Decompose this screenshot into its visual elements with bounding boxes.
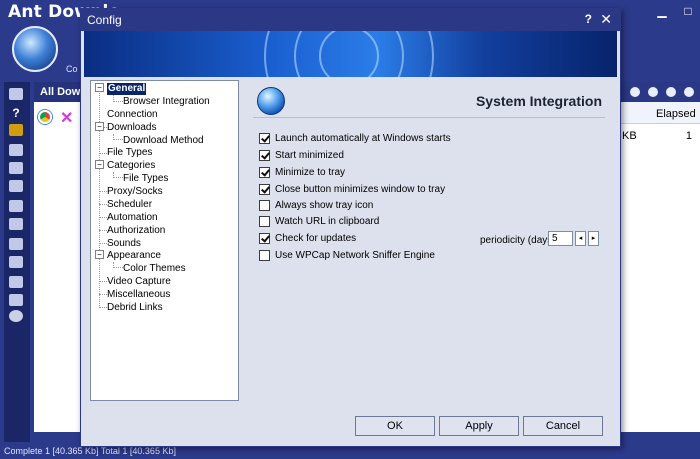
image-icon[interactable] <box>9 256 23 268</box>
tree-item-color-themes[interactable]: Color Themes <box>123 263 186 275</box>
left-toolbar: ? <box>4 82 30 442</box>
maximize-icon[interactable]: □ <box>678 4 698 18</box>
list-toolbar <box>620 82 700 102</box>
status-bar: Complete 1 [40.365 Kb] Total 1 [40.365 K… <box>4 446 176 456</box>
tab-all-downloads[interactable]: All Down <box>34 82 84 102</box>
document-icon[interactable] <box>9 200 23 212</box>
tree-item-general[interactable]: General <box>107 83 147 95</box>
checkbox-wpcap-sniffer[interactable] <box>259 249 270 261</box>
tree-item-download-method[interactable]: Download Method <box>123 135 204 147</box>
option-label: Check for updates <box>275 232 357 244</box>
checkbox-start-minimized[interactable] <box>259 149 270 161</box>
checkbox-launch-at-startup[interactable] <box>259 132 270 144</box>
cloud-download-icon[interactable] <box>648 87 658 97</box>
option-label: Minimize to tray <box>275 166 346 178</box>
chrome-icon <box>38 110 52 124</box>
tree-item-video-capture[interactable]: Video Capture <box>107 276 171 288</box>
option-watch-clipboard[interactable]: Watch URL in clipboard <box>259 214 379 228</box>
dialog-title: Config <box>87 13 122 27</box>
list-icon[interactable] <box>9 88 23 100</box>
app-logo-label: Co <box>66 64 78 74</box>
collapse-appearance-icon[interactable]: − <box>95 250 104 259</box>
tree-item-browser-integration[interactable]: Browser Integration <box>123 96 210 108</box>
ok-button[interactable]: OK <box>355 416 435 436</box>
option-label: Launch automatically at Windows starts <box>275 132 451 144</box>
option-label: Close button minimizes window to tray <box>275 183 446 195</box>
option-always-show-tray-icon[interactable]: Always show tray icon <box>259 198 373 212</box>
list-right-columns: Elapsed KB 1 <box>620 82 700 432</box>
tree-item-automation[interactable]: Automation <box>107 212 158 224</box>
delete-icon[interactable] <box>684 87 694 97</box>
spin-left-icon[interactable]: ◂ <box>575 231 586 246</box>
tree-item-miscellaneous[interactable]: Miscellaneous <box>107 289 170 301</box>
tree-item-debrid-links[interactable]: Debrid Links <box>107 302 163 314</box>
option-label: Use WPCap Network Sniffer Engine <box>275 249 435 261</box>
option-label: Always show tray icon <box>275 199 374 211</box>
option-wpcap-sniffer[interactable]: Use WPCap Network Sniffer Engine <box>259 248 435 262</box>
globe-icon <box>257 87 285 115</box>
tree-item-authorization[interactable]: Authorization <box>107 225 165 237</box>
checkbox-always-show-tray-icon[interactable] <box>259 199 270 211</box>
column-header-elapsed[interactable]: Elapsed <box>656 108 696 120</box>
search-icon[interactable] <box>630 87 640 97</box>
close-button[interactable]: ✕ <box>600 11 612 28</box>
periodicity-label: periodicity (days) <box>480 235 556 246</box>
app-logo <box>12 26 58 72</box>
calendar-icon[interactable] <box>9 144 23 156</box>
dialog-banner <box>84 31 617 77</box>
help-icon[interactable]: ? <box>9 106 23 120</box>
main-window-controls: ▁ □ <box>652 4 698 18</box>
tree-item-downloads[interactable]: Downloads <box>107 122 156 134</box>
row-size: KB <box>622 130 637 142</box>
minimize-icon[interactable]: ▁ <box>652 4 672 18</box>
option-launch-at-startup[interactable]: Launch automatically at Windows starts <box>259 131 451 145</box>
spin-right-icon[interactable]: ▸ <box>588 231 599 246</box>
config-dialog: Config ? ✕ − − − − General Browser Integ… <box>80 8 621 447</box>
tree-item-categories[interactable]: Categories <box>107 160 155 172</box>
checkbox-close-minimizes-to-tray[interactable] <box>259 183 270 195</box>
option-label: Start minimized <box>275 149 344 161</box>
tree-item-sounds[interactable]: Sounds <box>107 238 141 250</box>
table-row[interactable]: ✕ <box>34 102 84 132</box>
alarm-clock-icon[interactable] <box>9 310 23 322</box>
copy-icon[interactable] <box>9 180 23 192</box>
collapse-downloads-icon[interactable]: − <box>95 122 104 131</box>
checkbox-watch-clipboard[interactable] <box>259 215 270 227</box>
checkbox-minimize-to-tray[interactable] <box>259 166 270 178</box>
tree-item-category-file-types[interactable]: File Types <box>123 173 168 185</box>
folder-icon[interactable] <box>9 124 23 136</box>
row-elapsed: 1 <box>685 130 692 142</box>
option-check-for-updates[interactable]: Check for updates <box>259 231 356 245</box>
checkbox-check-for-updates[interactable] <box>259 232 270 244</box>
section-title: System Integration <box>475 93 602 109</box>
settings-tree: − − − − General Browser Integration Conn… <box>90 80 239 401</box>
collapse-categories-icon[interactable]: − <box>95 160 104 169</box>
section-divider <box>253 117 605 118</box>
download-icon[interactable] <box>9 162 23 174</box>
apply-button[interactable]: Apply <box>439 416 519 436</box>
help-button[interactable]: ? <box>585 12 592 26</box>
dialog-titlebar[interactable]: Config ? ✕ <box>81 9 620 31</box>
settings-icon[interactable] <box>9 294 23 306</box>
option-label: Watch URL in clipboard <box>275 215 380 227</box>
tree-item-proxy-socks[interactable]: Proxy/Socks <box>107 186 163 198</box>
tree-item-appearance[interactable]: Appearance <box>107 250 161 262</box>
gear-icon[interactable] <box>666 87 676 97</box>
video-icon[interactable] <box>9 218 23 230</box>
option-start-minimized[interactable]: Start minimized <box>259 148 344 162</box>
option-minimize-to-tray[interactable]: Minimize to tray <box>259 165 345 179</box>
collapse-general-icon[interactable]: − <box>95 83 104 92</box>
option-close-minimizes-to-tray[interactable]: Close button minimizes window to tray <box>259 182 445 196</box>
periodicity-input[interactable] <box>548 231 573 246</box>
cancel-icon[interactable]: ✕ <box>60 108 73 128</box>
window-icon[interactable] <box>9 238 23 250</box>
tree-item-file-types[interactable]: File Types <box>107 147 152 159</box>
tree-item-connection[interactable]: Connection <box>107 109 158 121</box>
panel-icon[interactable] <box>9 276 23 288</box>
tree-item-scheduler[interactable]: Scheduler <box>107 199 152 211</box>
cancel-button[interactable]: Cancel <box>523 416 603 436</box>
